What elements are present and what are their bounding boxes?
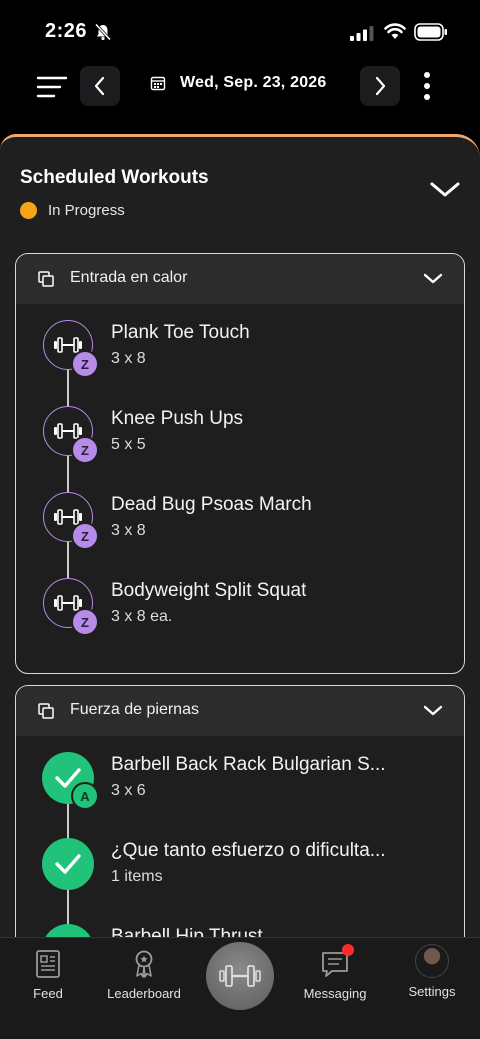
exercise-sets: 3 x 6 <box>111 782 146 799</box>
tab-messaging[interactable]: Messaging <box>300 938 370 1008</box>
workout-group: Entrada en calor Z Plank Toe Touch 3 x 8… <box>15 253 465 674</box>
exercise-item[interactable]: Z Bodyweight Split Squat 3 x 8 ea. <box>16 562 464 648</box>
exercise-name: Dead Bug Psoas March <box>111 494 312 515</box>
exercise-item[interactable]: Z Dead Bug Psoas March 3 x 8 <box>16 476 464 562</box>
chevron-right-icon <box>375 76 386 96</box>
exercise-item[interactable]: Z Plank Toe Touch 3 x 8 <box>16 304 464 390</box>
exercise-badge: Z <box>71 522 99 550</box>
exercise-badge: Z <box>71 608 99 636</box>
exercise-name: Plank Toe Touch <box>111 322 250 343</box>
exercise-item[interactable]: ¿Que tanto esfuerzo o dificulta... 1 ite… <box>16 822 464 908</box>
avatar <box>415 944 449 978</box>
exercise-sets: 3 x 8 <box>111 522 146 539</box>
group-title: Fuerza de piernas <box>70 701 199 718</box>
exercise-sets: 3 x 8 ea. <box>111 608 173 625</box>
workout-center-button[interactable] <box>206 942 274 1010</box>
top-navigation: Wed, Sep. 23, 2026 <box>0 62 480 112</box>
wifi-icon <box>384 23 406 39</box>
workout-group: Fuerza de piernas A Barbell Back Rack Bu… <box>15 685 465 944</box>
status-bar: 2:26 <box>0 0 480 62</box>
status-label: In Progress <box>48 202 125 219</box>
tab-settings[interactable]: Settings <box>403 938 461 1008</box>
status-time: 2:26 <box>45 20 88 42</box>
date-selector[interactable]: Wed, Sep. 23, 2026 <box>150 74 327 92</box>
tab-label: Leaderboard <box>107 986 181 1001</box>
exercise-badge: Z <box>71 350 99 378</box>
menu-icon[interactable] <box>34 72 70 102</box>
exercise-name: Bodyweight Split Squat <box>111 580 307 601</box>
newspaper-icon <box>36 950 60 978</box>
dumbbell-icon <box>219 965 261 987</box>
next-day-button[interactable] <box>360 66 400 106</box>
bottom-tab-bar: Feed Leaderboard Messaging Settings <box>0 937 480 1039</box>
exercise-item[interactable]: Z Knee Push Ups 5 x 5 <box>16 390 464 476</box>
chevron-down-icon[interactable] <box>422 704 444 718</box>
battery-icon <box>414 23 447 41</box>
tab-label: Messaging <box>303 986 367 1001</box>
chevron-left-icon <box>94 76 105 96</box>
exercise-name: ¿Que tanto esfuerzo o dificulta... <box>111 840 386 861</box>
tab-label: Settings <box>408 984 456 999</box>
more-options-icon[interactable] <box>414 68 440 104</box>
cellular-signal-icon <box>350 26 374 41</box>
tab-feed[interactable]: Feed <box>24 938 72 1008</box>
bell-off-icon <box>94 23 112 41</box>
award-ribbon-icon <box>135 950 153 978</box>
exercise-sets: 3 x 8 <box>111 350 146 367</box>
previous-day-button[interactable] <box>80 66 120 106</box>
calendar-icon <box>150 76 166 91</box>
superset-icon <box>38 703 54 719</box>
exercise-badge: A <box>71 782 99 810</box>
group-header[interactable]: Fuerza de piernas <box>16 686 464 736</box>
status-dot <box>20 202 37 219</box>
current-date: Wed, Sep. 23, 2026 <box>180 74 327 91</box>
exercise-sets: 5 x 5 <box>111 436 146 453</box>
group-header[interactable]: Entrada en calor <box>16 254 464 304</box>
tab-leaderboard[interactable]: Leaderboard <box>104 938 184 1008</box>
exercise-name: Barbell Back Rack Bulgarian S... <box>111 754 386 775</box>
group-title: Entrada en calor <box>70 269 188 286</box>
exercise-name: Knee Push Ups <box>111 408 244 429</box>
exercise-item[interactable]: A Barbell Back Rack Bulgarian S... 3 x 6 <box>16 736 464 822</box>
workout-status: In Progress <box>20 202 125 219</box>
chevron-down-icon[interactable] <box>422 272 444 286</box>
superset-icon <box>38 271 54 287</box>
exercise-circle-completed <box>42 838 94 890</box>
tab-label: Feed <box>33 986 63 1001</box>
exercise-sets: 1 items <box>111 868 163 885</box>
chevron-down-icon[interactable] <box>428 179 462 201</box>
scheduled-workouts-panel: Scheduled Workouts In Progress Entrada e… <box>0 134 480 944</box>
exercise-badge: Z <box>71 436 99 464</box>
notification-dot <box>342 944 354 956</box>
checkmark-icon <box>55 854 81 874</box>
panel-title: Scheduled Workouts <box>20 167 209 188</box>
